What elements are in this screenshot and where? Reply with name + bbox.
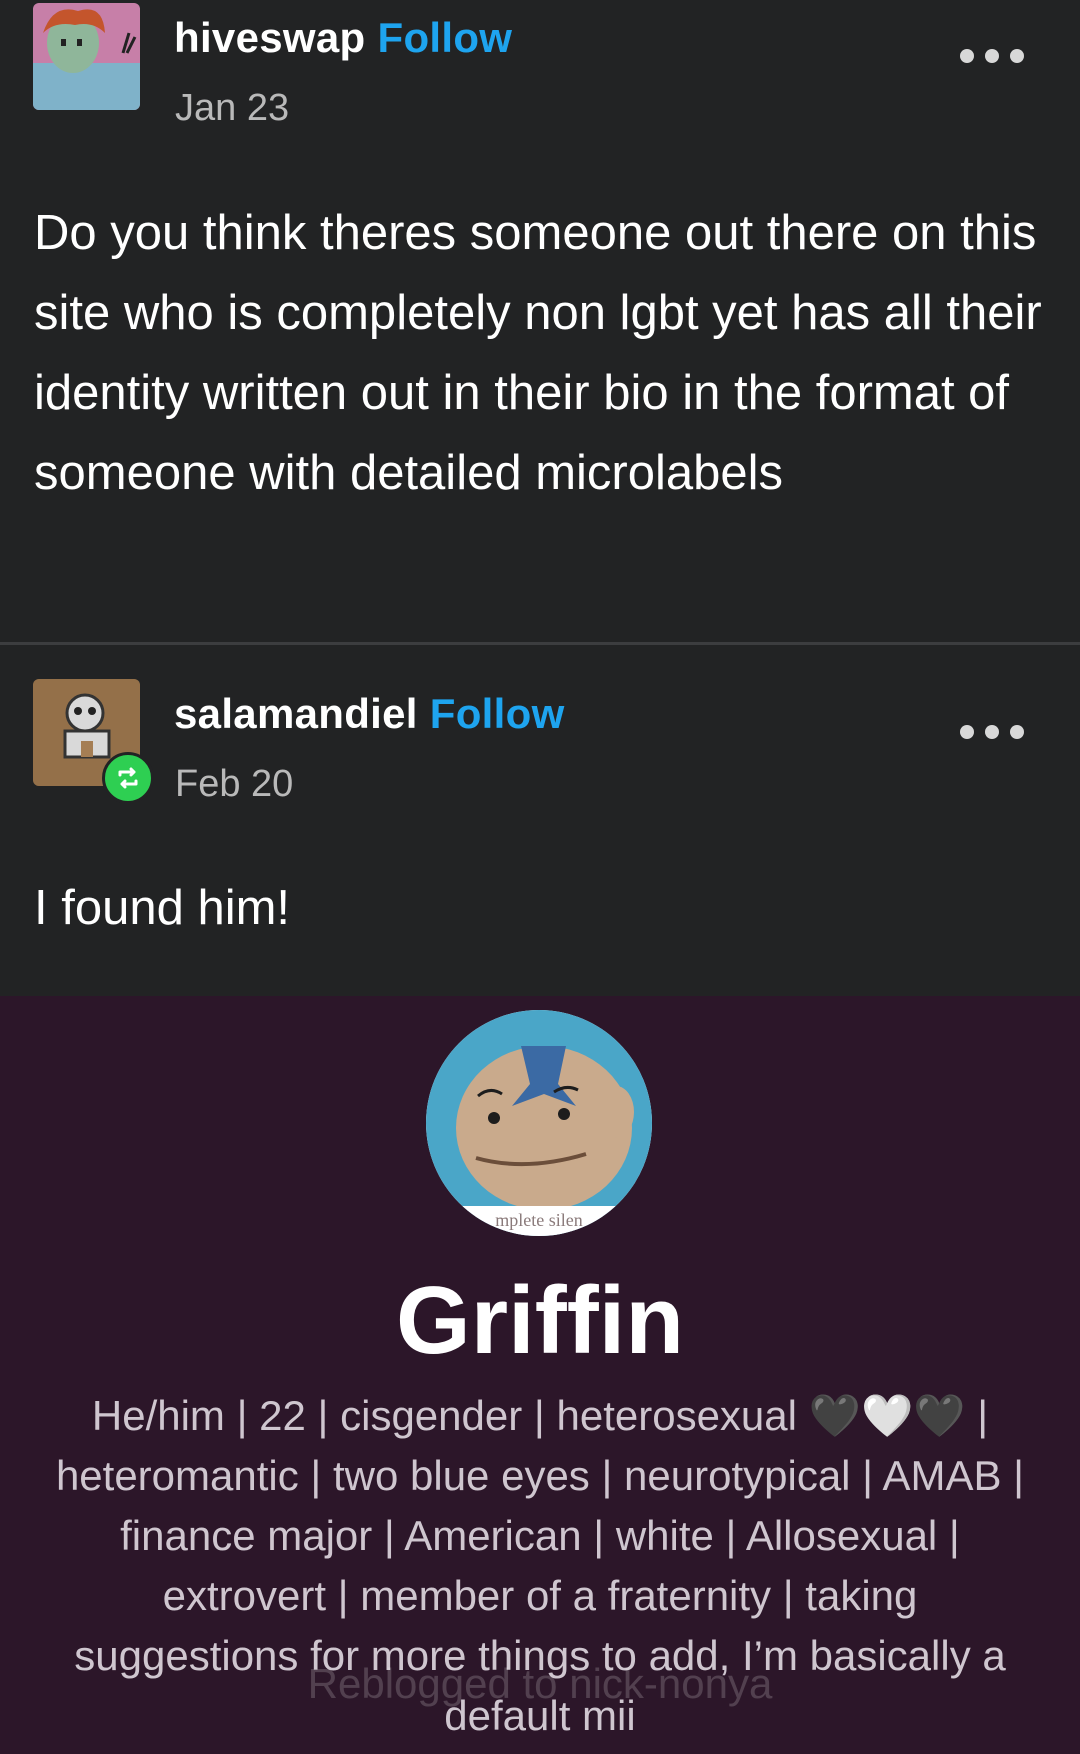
username-link[interactable]: salamandiel	[174, 690, 418, 737]
divider	[0, 642, 1080, 645]
profile-name: Griffin	[396, 1267, 684, 1374]
post-body-text: Do you think theres someone out there on…	[34, 206, 1042, 500]
post-header-hiveswap: hiveswap Follow Jan 23	[0, 0, 1080, 130]
post-username: salamandiel Follow	[174, 690, 565, 738]
reblog-watermark: Reblogged to nick-nonya	[307, 1660, 773, 1707]
reblog-icon	[102, 752, 154, 804]
follow-button[interactable]: Follow	[430, 690, 565, 737]
post-body-text: I found him!	[34, 881, 291, 935]
avatar-caption: mplete silen	[495, 1210, 582, 1230]
post-header-salamandiel: salamandiel Follow Feb 20	[0, 676, 1080, 806]
post-username: hiveswap Follow	[174, 14, 512, 62]
username-link[interactable]: hiveswap	[174, 14, 365, 61]
embedded-profile-image: mplete silen Griffin He/him | 22 | cisge…	[0, 996, 1080, 1754]
post-date[interactable]: Feb 20	[175, 763, 293, 806]
more-options-icon[interactable]	[960, 47, 1024, 65]
more-options-icon[interactable]	[960, 723, 1024, 741]
avatar-hiveswap[interactable]	[33, 3, 140, 110]
follow-button[interactable]: Follow	[377, 14, 512, 61]
post-date[interactable]: Jan 23	[175, 87, 289, 130]
profile-avatar: mplete silen	[426, 1010, 652, 1236]
